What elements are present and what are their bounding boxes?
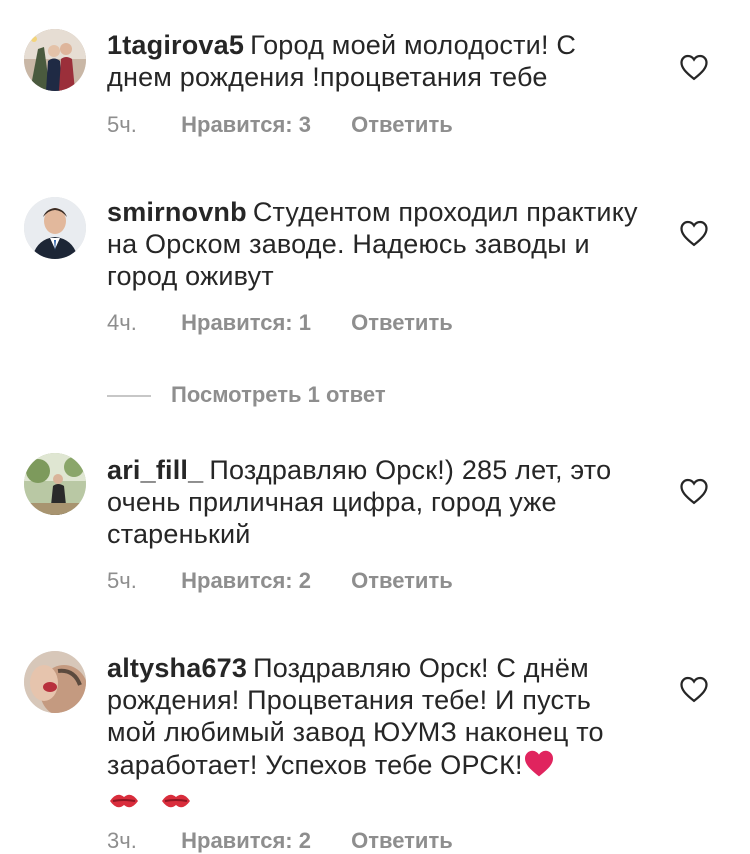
comment-meta: 4ч. Нравится: 1 Ответить	[107, 310, 453, 336]
comment-time: 5ч.	[107, 112, 137, 137]
comment-body: altysha673 Поздравляю Орск! С днём рожден…	[107, 652, 647, 821]
avatar[interactable]	[24, 651, 86, 713]
like-heart-icon[interactable]	[679, 53, 709, 81]
comment-time: 4ч.	[107, 310, 137, 335]
avatar-image	[24, 29, 86, 91]
comment-time: 5ч.	[107, 568, 137, 593]
kiss-mark-emoji	[159, 788, 193, 821]
view-replies-label: Посмотреть 1 ответ	[171, 382, 386, 407]
comment-username[interactable]: smirnovnb	[107, 197, 247, 227]
likes-count-button[interactable]: Нравится: 2	[181, 828, 311, 854]
comment-body: ari_fill_ Поздравляю Орск!) 285 лет, это …	[107, 454, 647, 550]
reply-button[interactable]: Ответить	[351, 310, 453, 336]
red-heart-emoji	[523, 748, 555, 785]
comment-body: 1tagirova5 Город моей молодости! С днем р…	[107, 29, 647, 93]
comment-username[interactable]: ari_fill_	[107, 455, 203, 485]
reply-button[interactable]: Ответить	[351, 112, 453, 138]
like-heart-icon[interactable]	[679, 477, 709, 505]
comment-time: 3ч.	[107, 828, 137, 853]
avatar[interactable]	[24, 29, 86, 91]
reply-button[interactable]: Ответить	[351, 828, 453, 854]
avatar[interactable]	[24, 453, 86, 515]
like-heart-icon[interactable]	[679, 219, 709, 247]
kiss-mark-emoji	[107, 788, 141, 821]
comment-meta: 5ч. Нравится: 3 Ответить	[107, 112, 453, 138]
avatar[interactable]	[24, 197, 86, 259]
comment-meta: 5ч. Нравится: 2 Ответить	[107, 568, 453, 594]
avatar-image	[24, 651, 86, 713]
replies-divider-line	[107, 395, 151, 398]
reply-button[interactable]: Ответить	[351, 568, 453, 594]
likes-count-button[interactable]: Нравится: 1	[181, 310, 311, 336]
view-replies-button[interactable]: Посмотреть 1 ответ	[107, 382, 386, 408]
comment-body: smirnovnb Студентом проходил практику на …	[107, 196, 647, 292]
like-heart-icon[interactable]	[679, 675, 709, 703]
avatar-image	[24, 197, 86, 259]
avatar-image	[24, 453, 86, 515]
likes-count-button[interactable]: Нравится: 2	[181, 568, 311, 594]
comment-username[interactable]: 1tagirova5	[107, 30, 244, 60]
comment-meta: 3ч. Нравится: 2 Ответить	[107, 828, 453, 854]
comment-username[interactable]: altysha673	[107, 653, 247, 683]
likes-count-button[interactable]: Нравится: 3	[181, 112, 311, 138]
